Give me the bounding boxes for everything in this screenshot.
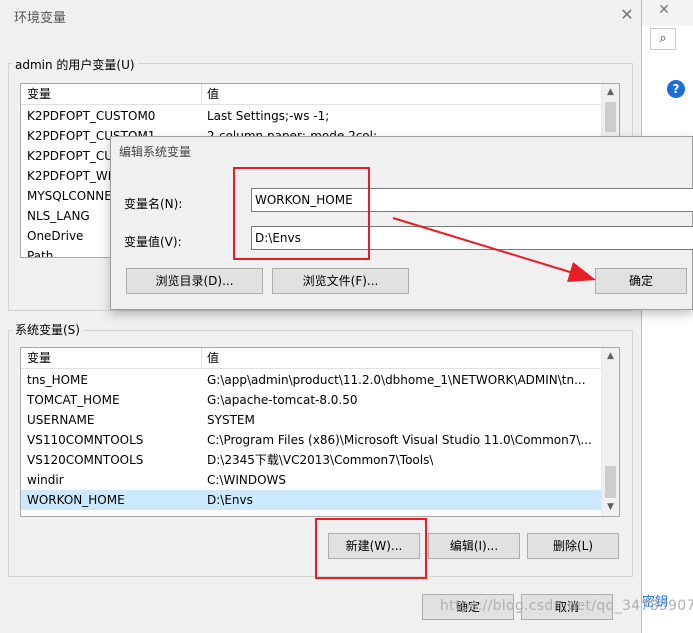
annotation-arrow bbox=[392, 217, 596, 282]
watermark-text: https://blog.csdn.net/qq_34783907 bbox=[440, 598, 693, 614]
